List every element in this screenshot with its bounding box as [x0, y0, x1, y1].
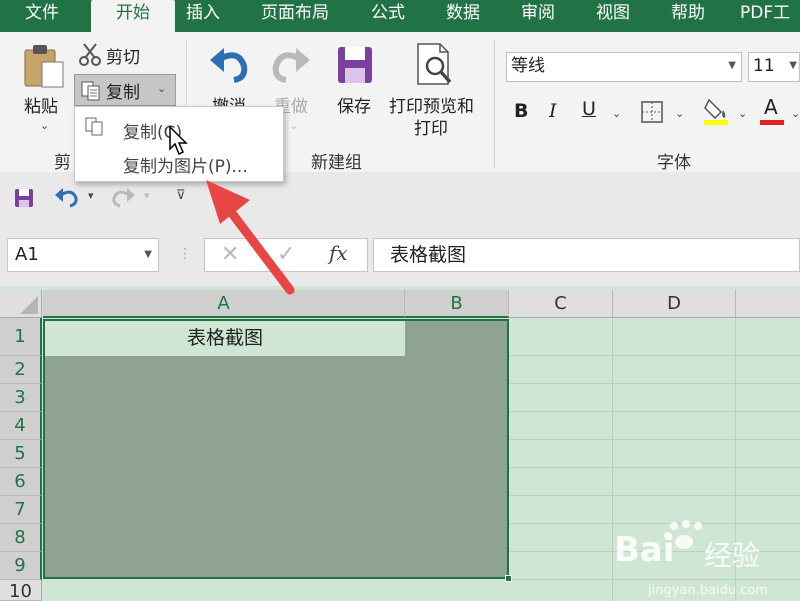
redo-icon [270, 44, 312, 88]
separator [494, 40, 495, 168]
undo-icon[interactable] [208, 44, 250, 88]
cell-a1[interactable]: 表格截图 [45, 321, 405, 356]
print-preview-label-2[interactable]: 打印 [414, 114, 448, 139]
gridline [509, 467, 800, 468]
name-box-value: A1 [15, 244, 39, 265]
font-group-label: 字体 [657, 153, 691, 173]
name-box[interactable]: A1 ▼ [7, 238, 159, 272]
row-header-2[interactable]: 2 [0, 356, 42, 384]
gridline [509, 355, 800, 356]
qat-customize-icon[interactable]: ⊽ [176, 188, 186, 203]
save-icon[interactable] [336, 45, 374, 89]
tab-pdf-tools[interactable]: PDF工 [740, 0, 800, 32]
fill-color-chevron-icon[interactable]: ⌄ [738, 107, 747, 120]
font-name-combo[interactable]: 等线 ▼ [506, 52, 742, 82]
bold-button[interactable]: B [514, 100, 528, 122]
column-header-b[interactable]: B [405, 290, 509, 318]
row-header-5[interactable]: 5 [0, 440, 42, 468]
annotation-arrow-icon [206, 180, 295, 295]
fill-color-icon[interactable] [703, 96, 729, 130]
column-header-e[interactable] [736, 290, 800, 318]
borders-chevron-icon[interactable]: ⌄ [675, 107, 684, 120]
borders-icon[interactable] [641, 101, 663, 127]
column-header-c[interactable]: C [509, 290, 613, 318]
row-header-8[interactable]: 8 [0, 524, 42, 552]
formula-input[interactable]: 表格截图 [373, 238, 800, 272]
paste-label[interactable]: 粘贴 [24, 92, 58, 117]
gridline [509, 411, 800, 412]
tab-data[interactable]: 数据 [439, 0, 487, 32]
chevron-down-icon[interactable]: ▼ [789, 53, 797, 79]
italic-button[interactable]: I [549, 100, 557, 122]
new-group-label: 新建组 [311, 153, 362, 173]
row-header-6[interactable]: 6 [0, 468, 42, 496]
copy-icon [80, 80, 102, 106]
tab-page-layout[interactable]: 页面布局 [254, 0, 336, 32]
mouse-cursor-icon [168, 125, 190, 161]
row-header-4[interactable]: 4 [0, 412, 42, 440]
qat-save-icon[interactable] [14, 188, 34, 212]
select-all-corner[interactable] [0, 290, 42, 318]
drag-handle-icon[interactable]: ⋮ [178, 246, 192, 262]
font-size-combo[interactable]: 11 ▼ [748, 52, 800, 82]
print-preview-icon[interactable] [414, 42, 456, 90]
row-header-9[interactable]: 9 [0, 552, 42, 580]
qat-redo-chevron-icon: ▾ [144, 189, 150, 202]
tab-review[interactable]: 审阅 [514, 0, 562, 32]
chevron-down-icon[interactable]: ▼ [144, 239, 152, 271]
scissors-icon[interactable] [79, 42, 101, 70]
column-header-d[interactable]: D [613, 290, 736, 318]
font-color-letter: A [764, 95, 778, 119]
qat-redo-icon [110, 186, 136, 212]
underline-chevron-icon[interactable]: ⌄ [612, 107, 621, 120]
tab-formulas[interactable]: 公式 [364, 0, 412, 32]
ribbon-tab-bar: 文件 开始 插入 页面布局 公式 数据 审阅 视图 帮助 PDF工 [0, 0, 800, 32]
tab-insert[interactable]: 插入 [180, 0, 226, 32]
gridline [509, 495, 800, 496]
copy-chevron-icon[interactable]: ⌄ [157, 82, 166, 95]
watermark-brand-suffix: 经验 [704, 539, 761, 572]
gridline [509, 439, 800, 440]
paste-icon[interactable] [22, 42, 66, 92]
formula-bar: A1 ▼ ⋮ ✕ ✓ fx 表格截图 [0, 224, 800, 286]
save-label[interactable]: 保存 [337, 92, 371, 117]
font-color-chevron-icon[interactable]: ⌄ [791, 107, 800, 120]
insert-function-icon[interactable]: fx [329, 241, 348, 265]
copy-label[interactable]: 复制 [106, 78, 140, 103]
gridline [509, 383, 800, 384]
selected-range[interactable] [43, 319, 509, 579]
row-header-7[interactable]: 7 [0, 496, 42, 524]
watermark-url: jingyan.baidu.com [648, 583, 768, 598]
font-name-value: 等线 [511, 56, 545, 76]
redo-chevron-icon: ⌄ [289, 119, 299, 132]
tab-help[interactable]: 帮助 [664, 0, 712, 32]
cut-label[interactable]: 剪切 [106, 43, 140, 68]
chevron-down-icon[interactable]: ▼ [728, 53, 736, 79]
qat-undo-chevron-icon[interactable]: ▾ [88, 189, 94, 202]
tab-home[interactable]: 开始 [91, 0, 175, 32]
qat-undo-icon[interactable] [54, 186, 80, 212]
row-header-10[interactable]: 10 [0, 580, 42, 601]
paste-chevron-icon[interactable]: ⌄ [40, 119, 49, 132]
row-header-3[interactable]: 3 [0, 384, 42, 412]
fill-handle[interactable] [505, 575, 512, 582]
row-header-1[interactable]: 1 [0, 318, 42, 356]
copy-icon [85, 117, 105, 141]
tab-file[interactable]: 文件 [10, 0, 74, 32]
watermark-brand: Bai [614, 530, 675, 570]
tab-view[interactable]: 视图 [589, 0, 637, 32]
font-size-value: 11 [753, 56, 775, 76]
clipboard-group-label: 剪 [54, 153, 71, 173]
underline-button[interactable]: U [582, 98, 596, 120]
